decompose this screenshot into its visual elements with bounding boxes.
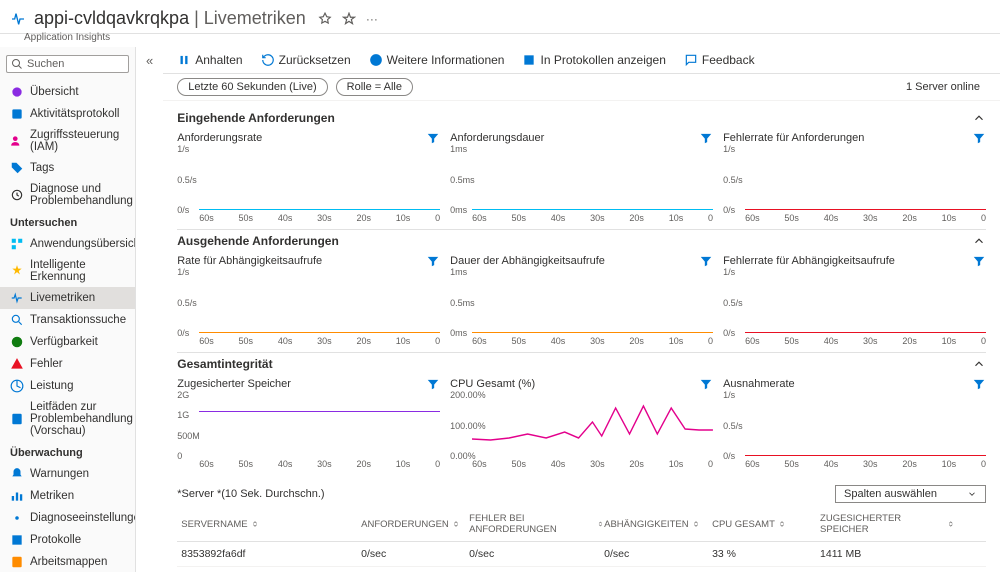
chart: Zugesicherter Speicher 2G1G500M0 60s50s4… — [177, 375, 440, 473]
sidebar-item-metrics[interactable]: Metriken — [0, 485, 135, 507]
table-title: *Server *(10 Sek. Durchschn.) — [177, 488, 324, 500]
server-count: 1 Server online — [906, 81, 986, 93]
chart: Fehlerrate für Anforderungen 1/s0.5/s0/s… — [723, 129, 986, 227]
sidebar-item-txsearch[interactable]: Transaktionssuche — [0, 309, 135, 331]
view-logs-button[interactable]: In Protokollen anzeigen — [522, 53, 665, 67]
chevron-up-icon[interactable] — [972, 234, 986, 248]
filter-icon[interactable] — [972, 254, 986, 268]
sidebar-item-tags[interactable]: Tags — [0, 157, 135, 179]
sort-icon — [947, 520, 955, 528]
search-icon — [11, 58, 23, 70]
pulse-icon — [10, 11, 26, 27]
chevron-up-icon[interactable] — [972, 111, 986, 125]
sidebar-item-diagnose[interactable]: Diagnose und Problembehandlung — [0, 179, 135, 211]
main-content: Anhalten Zurücksetzen Weitere Informatio… — [163, 47, 1000, 572]
sidebar-item-overview[interactable]: Übersicht — [0, 81, 135, 103]
sidebar-item-availability[interactable]: Verfügbarkeit — [0, 331, 135, 353]
sidebar-item-live[interactable]: Livemetriken — [0, 287, 135, 309]
column-selector[interactable]: Spalten auswählen — [835, 485, 986, 503]
chart-title: Anforderungsrate — [177, 132, 262, 144]
sort-icon — [597, 520, 604, 528]
table-row[interactable]: 8353892fa6df 0/sec 0/sec 0/sec 33 % 1411… — [177, 542, 986, 567]
sidebar-item-appmap[interactable]: Anwendungsübersicht — [0, 233, 135, 255]
chart-title: Rate für Abhängigkeitsaufrufe — [177, 255, 322, 267]
sidebar-item-alerts[interactable]: Warnungen — [0, 463, 135, 485]
server-table: SERVERNAMEANFORDERUNGENFEHLER BEI ANFORD… — [177, 507, 986, 567]
sort-icon — [251, 520, 259, 528]
chart: Fehlerrate für Abhängigkeitsaufrufe 1/s0… — [723, 252, 986, 350]
breadcrumb: Application Insights — [24, 32, 1000, 43]
info-button[interactable]: Weitere Informationen — [369, 53, 505, 67]
table-header-cell[interactable]: ABHÄNGIGKEITEN — [604, 519, 712, 530]
filter-icon[interactable] — [972, 131, 986, 145]
feedback-button[interactable]: Feedback — [684, 53, 755, 67]
chart-title: Fehlerrate für Abhängigkeitsaufrufe — [723, 255, 895, 267]
chart-title: Dauer der Abhängigkeitsaufrufe — [450, 255, 605, 267]
chart-title: Ausnahmerate — [723, 378, 795, 390]
page-title: appi-cvldqavkrqkpa | Livemetriken — [34, 8, 306, 29]
sidebar-item-failures[interactable]: Fehler — [0, 353, 135, 375]
toolbar: Anhalten Zurücksetzen Weitere Informatio… — [163, 47, 1000, 74]
sidebar: Suchen Übersicht Aktivitätsprotokoll Zug… — [0, 47, 136, 572]
table-header-cell[interactable]: FEHLER BEI ANFORDERUNGEN — [469, 513, 604, 535]
section-health: Gesamtintegrität — [177, 352, 986, 375]
chart: Anforderungsrate 1/s0.5/s0/s 60s50s40s30… — [177, 129, 440, 227]
pin-icon[interactable] — [318, 12, 332, 26]
table-header-cell[interactable]: CPU GESAMT — [712, 519, 820, 530]
favorite-icon[interactable] — [342, 12, 356, 26]
table-header-cell[interactable]: ANFORDERUNGEN — [361, 519, 469, 530]
chart-title: Zugesicherter Speicher — [177, 378, 291, 390]
sidebar-item-activity[interactable]: Aktivitätsprotokoll — [0, 103, 135, 125]
sort-icon — [692, 520, 700, 528]
chart-title: Fehlerrate für Anforderungen — [723, 132, 864, 144]
table-header-cell[interactable]: SERVERNAME — [181, 519, 361, 530]
filter-bar: Letzte 60 Sekunden (Live) Rolle = Alle 1… — [163, 74, 1000, 101]
sidebar-section-explore: Untersuchen — [0, 211, 135, 233]
filter-icon[interactable] — [972, 377, 986, 391]
sort-icon — [452, 520, 460, 528]
chart: Anforderungsdauer 1ms0.5ms0ms 60s50s40s3… — [450, 129, 713, 227]
sort-icon — [778, 520, 786, 528]
role-filter[interactable]: Rolle = Alle — [336, 78, 413, 96]
sidebar-item-guides[interactable]: Leitfäden zur Problembehandlung (Vorscha… — [0, 397, 135, 441]
filter-icon[interactable] — [699, 254, 713, 268]
chevron-down-icon — [967, 489, 977, 499]
filter-icon[interactable] — [426, 254, 440, 268]
chart: CPU Gesamt (%) 200.00%100.00%0.00% 60s50… — [450, 375, 713, 473]
sidebar-item-logs[interactable]: Protokolle — [0, 529, 135, 551]
section-outgoing: Ausgehende Anforderungen — [177, 229, 986, 252]
sidebar-item-diagsettings[interactable]: Diagnoseeinstellungen — [0, 507, 135, 529]
filter-icon[interactable] — [699, 131, 713, 145]
pause-button[interactable]: Anhalten — [177, 53, 242, 67]
sidebar-item-performance[interactable]: Leistung — [0, 375, 135, 397]
search-input[interactable]: Suchen — [6, 55, 129, 73]
sidebar-item-workbooks[interactable]: Arbeitsmappen — [0, 551, 135, 572]
chart-title: Anforderungsdauer — [450, 132, 544, 144]
chart: Dauer der Abhängigkeitsaufrufe 1ms0.5ms0… — [450, 252, 713, 350]
chevron-up-icon[interactable] — [972, 357, 986, 371]
filter-icon[interactable] — [699, 377, 713, 391]
more-icon[interactable]: ··· — [366, 12, 378, 26]
time-filter[interactable]: Letzte 60 Sekunden (Live) — [177, 78, 327, 96]
filter-icon[interactable] — [426, 377, 440, 391]
collapse-sidebar-button[interactable]: « — [136, 47, 163, 572]
sidebar-item-smart[interactable]: Intelligente Erkennung — [0, 255, 135, 287]
chart: Ausnahmerate 1/s0.5/s0/s 60s50s40s30s20s… — [723, 375, 986, 473]
section-incoming: Eingehende Anforderungen — [177, 107, 986, 129]
filter-icon[interactable] — [426, 131, 440, 145]
page-header: appi-cvldqavkrqkpa | Livemetriken ··· — [0, 0, 1000, 34]
sidebar-section-monitor: Überwachung — [0, 441, 135, 463]
sidebar-item-iam[interactable]: Zugriffssteuerung (IAM) — [0, 125, 135, 157]
chart-title: CPU Gesamt (%) — [450, 378, 535, 390]
reset-button[interactable]: Zurücksetzen — [261, 53, 351, 67]
chart: Rate für Abhängigkeitsaufrufe 1/s0.5/s0/… — [177, 252, 440, 350]
table-header-cell[interactable]: ZUGESICHERTER SPEICHER — [820, 513, 955, 535]
